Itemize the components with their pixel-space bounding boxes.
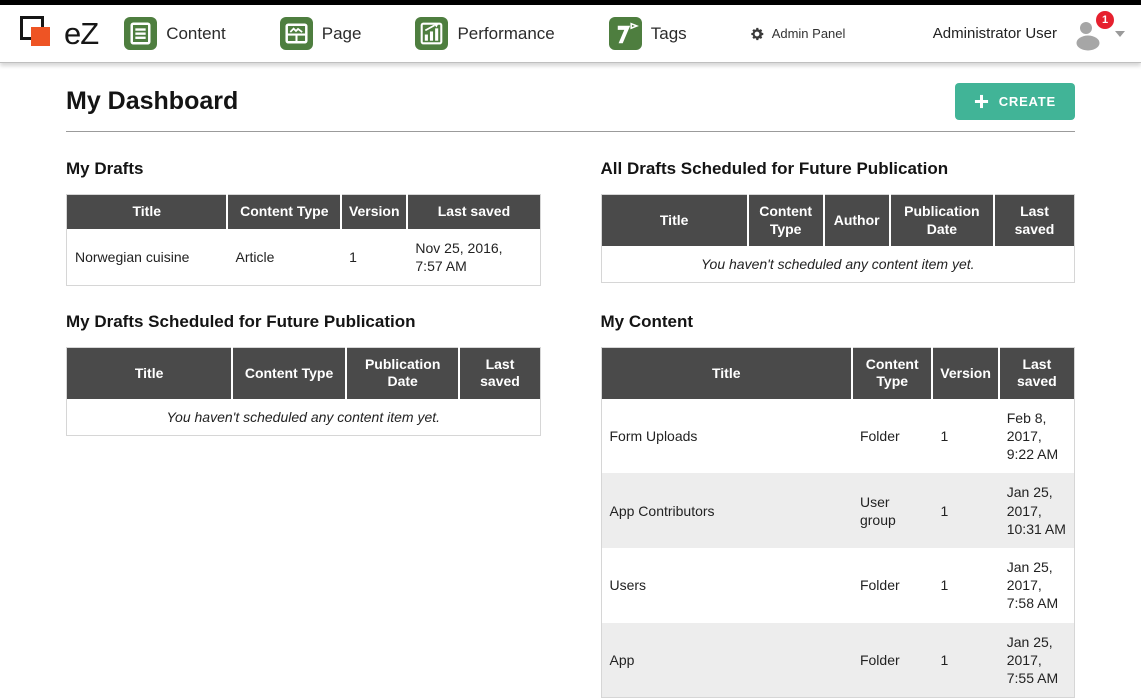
tags-icon bbox=[609, 17, 642, 50]
page-title: My Dashboard bbox=[66, 87, 955, 116]
dashboard-panel-my-drafts: My Drafts TitleContent TypeVersionLast sa… bbox=[66, 159, 541, 286]
column-header: Content Type bbox=[227, 195, 341, 229]
table-cell: Form Uploads bbox=[601, 399, 852, 474]
table-cell: Folder bbox=[852, 623, 932, 698]
table-my-drafts-scheduled-for-future-publication: TitleContent TypePublication DateLast sa… bbox=[66, 347, 541, 436]
table-header-row: TitleContent TypePublication DateLast sa… bbox=[67, 347, 541, 399]
plus-icon bbox=[974, 94, 989, 109]
column-header: Last saved bbox=[994, 195, 1075, 247]
chevron-down-icon bbox=[1115, 31, 1125, 37]
table-cell: Jan 25, 2017, 10:31 AM bbox=[999, 473, 1075, 548]
create-button-label: CREATE bbox=[999, 94, 1056, 109]
table-cell: User group bbox=[852, 473, 932, 548]
column-header: Content Type bbox=[852, 347, 932, 399]
table-cell: App bbox=[601, 623, 852, 698]
empty-row: You haven't scheduled any content item y… bbox=[67, 399, 541, 436]
ez-logo[interactable]: eZ bbox=[18, 13, 98, 55]
column-header: Author bbox=[824, 195, 890, 247]
table-row[interactable]: App ContributorsUser group1Jan 25, 2017,… bbox=[601, 473, 1075, 548]
header-divider bbox=[66, 131, 1075, 132]
performance-icon bbox=[415, 17, 448, 50]
notification-badge[interactable]: 1 bbox=[1096, 11, 1114, 29]
panel-title: My Content bbox=[601, 312, 1076, 332]
column-header: Content Type bbox=[748, 195, 824, 247]
table-cell: 1 bbox=[341, 229, 407, 286]
navbar: eZ Content Pag bbox=[0, 5, 1141, 63]
create-button[interactable]: CREATE bbox=[955, 83, 1075, 120]
column-header: Last saved bbox=[407, 195, 540, 229]
dashboard-panel-my-content: My Content TitleContent TypeVersionLast s… bbox=[601, 312, 1076, 698]
column-header: Last saved bbox=[459, 347, 540, 399]
table-row[interactable]: UsersFolder1Jan 25, 2017, 7:58 AM bbox=[601, 548, 1075, 623]
table-cell: Users bbox=[601, 548, 852, 623]
nav-item-performance[interactable]: Performance bbox=[415, 17, 554, 50]
column-header: Title bbox=[67, 347, 233, 399]
table-cell: 1 bbox=[932, 623, 998, 698]
nav-item-tags[interactable]: Tags bbox=[609, 17, 687, 50]
panel-title: My Drafts Scheduled for Future Publicati… bbox=[66, 312, 541, 332]
empty-row: You haven't scheduled any content item y… bbox=[601, 246, 1075, 283]
nav-label-tags: Tags bbox=[651, 24, 687, 44]
column-header: Content Type bbox=[232, 347, 346, 399]
table-cell: 1 bbox=[932, 473, 998, 548]
dashboard-panel-all-drafts-scheduled-for-future-publication: All Drafts Scheduled for Future Publicat… bbox=[601, 159, 1076, 286]
dashboard-grid: My DraftsTitleContent TypeVersionLast sa… bbox=[66, 159, 1075, 698]
table-row[interactable]: Form UploadsFolder1Feb 8, 2017, 9:22 AM bbox=[601, 399, 1075, 474]
panel-title: All Drafts Scheduled for Future Publicat… bbox=[601, 159, 1076, 179]
avatar: 1 bbox=[1071, 16, 1105, 52]
table-row[interactable]: Norwegian cuisineArticle1Nov 25, 2016, 7… bbox=[67, 229, 541, 286]
admin-panel-label: Admin Panel bbox=[772, 26, 846, 41]
table-cell: Norwegian cuisine bbox=[67, 229, 228, 286]
table-cell: 1 bbox=[932, 399, 998, 474]
column-header: Publication Date bbox=[890, 195, 994, 247]
gear-icon bbox=[749, 26, 765, 42]
column-header: Version bbox=[932, 347, 998, 399]
table-all-drafts-scheduled-for-future-publication: TitleContent TypeAuthorPublication DateL… bbox=[601, 194, 1076, 283]
column-header: Title bbox=[601, 347, 852, 399]
table-cell: App Contributors bbox=[601, 473, 852, 548]
nav-label-page: Page bbox=[322, 24, 362, 44]
table-cell: Article bbox=[227, 229, 341, 286]
main-navigation: Content Page bbox=[124, 17, 687, 50]
logo-orange-square bbox=[31, 27, 50, 46]
column-header: Version bbox=[341, 195, 407, 229]
table-my-content: TitleContent TypeVersionLast savedForm U… bbox=[601, 347, 1076, 698]
user-menu[interactable]: Administrator User 1 bbox=[933, 16, 1125, 52]
logo-text: eZ bbox=[64, 16, 98, 52]
column-header: Publication Date bbox=[346, 347, 460, 399]
admin-panel-button[interactable]: Admin Panel bbox=[749, 26, 846, 42]
table-cell: Jan 25, 2017, 7:58 AM bbox=[999, 548, 1075, 623]
nav-label-performance: Performance bbox=[457, 24, 554, 44]
column-header: Last saved bbox=[999, 347, 1075, 399]
panel-title: My Drafts bbox=[66, 159, 541, 179]
nav-item-content[interactable]: Content bbox=[124, 17, 226, 50]
nav-label-content: Content bbox=[166, 24, 226, 44]
page-icon bbox=[280, 17, 313, 50]
column-header: Title bbox=[67, 195, 228, 229]
table-cell: Folder bbox=[852, 399, 932, 474]
table-header-row: TitleContent TypeAuthorPublication DateL… bbox=[601, 195, 1075, 247]
table-row[interactable]: AppFolder1Jan 25, 2017, 7:55 AM bbox=[601, 623, 1075, 698]
page-header: My Dashboard CREATE bbox=[66, 83, 1075, 120]
table-header-row: TitleContent TypeVersionLast saved bbox=[67, 195, 541, 229]
user-name: Administrator User bbox=[933, 25, 1057, 42]
table-my-drafts: TitleContent TypeVersionLast savedNorweg… bbox=[66, 194, 541, 286]
table-cell: Jan 25, 2017, 7:55 AM bbox=[999, 623, 1075, 698]
main-content: My Dashboard CREATE My DraftsTitleConten… bbox=[0, 63, 1141, 698]
table-cell: Folder bbox=[852, 548, 932, 623]
table-header-row: TitleContent TypeVersionLast saved bbox=[601, 347, 1075, 399]
empty-message: You haven't scheduled any content item y… bbox=[67, 399, 541, 436]
empty-message: You haven't scheduled any content item y… bbox=[601, 246, 1075, 283]
content-icon bbox=[124, 17, 157, 50]
column-header: Title bbox=[601, 195, 748, 247]
table-cell: Nov 25, 2016, 7:57 AM bbox=[407, 229, 540, 286]
table-cell: Feb 8, 2017, 9:22 AM bbox=[999, 399, 1075, 474]
nav-item-page[interactable]: Page bbox=[280, 17, 362, 50]
ez-logo-mark-icon bbox=[18, 13, 60, 55]
table-cell: 1 bbox=[932, 548, 998, 623]
dashboard-panel-my-drafts-scheduled-for-future-publication: My Drafts Scheduled for Future Publicati… bbox=[66, 312, 541, 698]
